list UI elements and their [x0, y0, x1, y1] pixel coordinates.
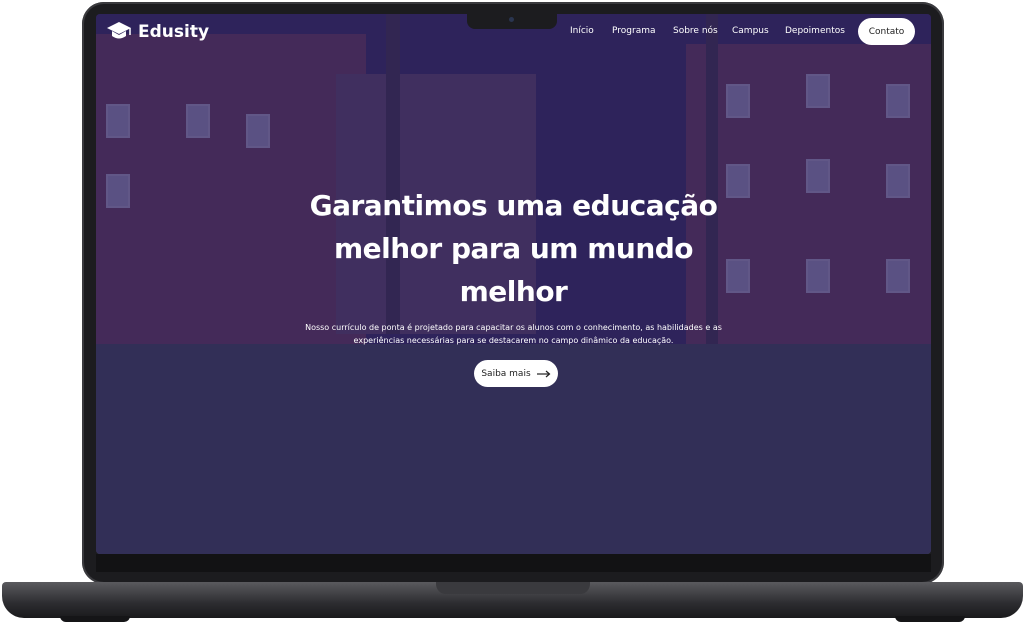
nav-item-campus[interactable]: Campus: [732, 26, 769, 36]
laptop-opening-notch: [436, 582, 590, 594]
laptop-foot: [895, 616, 965, 622]
saiba-mais-button[interactable]: Saiba mais: [474, 360, 558, 387]
brand-name: Edusity: [138, 22, 210, 42]
graduation-cap-icon: [107, 22, 131, 39]
nav-item-inicio[interactable]: Início: [570, 26, 594, 36]
laptop-foot: [60, 616, 130, 622]
laptop-mockup: Edusity Início Programa Sobre nós Campus…: [0, 0, 1025, 625]
hero-section: Garantimos uma educação melhor para um m…: [96, 184, 931, 347]
cta-label: Saiba mais: [481, 368, 531, 379]
brand-logo[interactable]: Edusity: [106, 21, 209, 43]
camera-icon: [509, 17, 514, 22]
hero-description: Nosso currículo de ponta é projetado par…: [305, 323, 722, 345]
hero-title: Garantimos uma educação melhor para um m…: [309, 189, 718, 308]
arrow-right-icon: [536, 370, 551, 377]
nav-item-sobre-nos[interactable]: Sobre nós: [673, 26, 718, 36]
nav-item-programa[interactable]: Programa: [612, 26, 656, 36]
browser-screen: Edusity Início Programa Sobre nós Campus…: [96, 14, 931, 554]
screen-chin: [96, 554, 931, 572]
contact-button[interactable]: Contato: [858, 18, 915, 45]
nav-item-depoimentos[interactable]: Depoimentos: [785, 26, 845, 36]
